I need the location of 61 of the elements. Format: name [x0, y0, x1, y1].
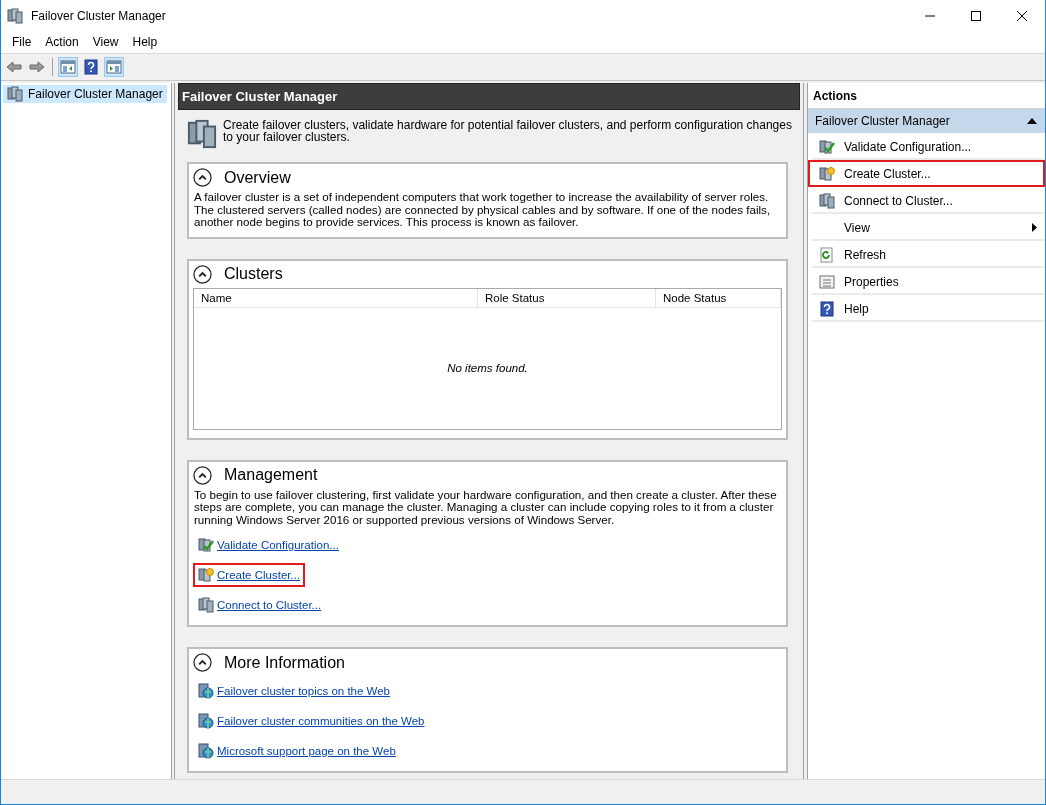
pane-left-icon [60, 59, 76, 75]
collapse-icon[interactable] [193, 168, 212, 187]
help-icon [83, 59, 99, 75]
toolbar-button[interactable] [58, 57, 78, 77]
collapse-icon[interactable] [193, 465, 212, 485]
link[interactable]: Create Cluster... [217, 569, 301, 581]
menu-item[interactable]: Help [125, 35, 165, 49]
column-header[interactable]: Node Status [656, 288, 781, 307]
menu-item[interactable]: View [85, 35, 126, 49]
link[interactable]: Connect to Cluster... [217, 599, 322, 611]
command-item[interactable]: Help [811, 295, 1045, 322]
toolbar-button[interactable] [104, 57, 124, 77]
section-text: A failover cluster is a set of independent computers that work together to increase the availability of server roles. The clustered servers (called nodes) are connected by physical cables and by software. If one of the nodes fails, another node begins to provide services. This process is known as failover. [194, 191, 772, 229]
properties-icon [819, 273, 835, 290]
link[interactable]: Failover cluster topics on the Web [217, 685, 390, 697]
window-title: Failover Cluster Manager [31, 8, 167, 23]
globe-page-icon [198, 743, 214, 759]
link[interactable]: Microsoft support page on the Web [217, 745, 396, 757]
server-check-icon [198, 537, 214, 553]
pane-right-icon [106, 59, 122, 75]
server-cluster-icon [819, 192, 835, 209]
forward-arrow-icon [29, 59, 45, 75]
menu-item[interactable]: File [5, 35, 39, 49]
collapse-icon[interactable] [193, 653, 212, 672]
empty-message: No items found. [447, 362, 528, 374]
server-toolbox-icon [187, 119, 217, 149]
server-check-icon [819, 138, 835, 155]
command-item[interactable]: Properties [811, 268, 1045, 295]
collapse-icon[interactable] [1027, 118, 1037, 124]
refresh-icon [819, 246, 835, 263]
command-item[interactable]: Validate Configuration... [811, 133, 1045, 160]
server-star-icon [819, 165, 835, 182]
link[interactable]: Validate Configuration... [217, 539, 339, 551]
submenu-arrow-icon [1032, 223, 1037, 232]
section-title: More Information [224, 653, 345, 672]
command-item[interactable]: Connect to Cluster... [811, 187, 1045, 214]
server-star-icon [198, 567, 214, 583]
help-icon [819, 300, 835, 317]
section-title: Management [224, 466, 318, 484]
intro-text: Create failover clusters, validate hardware for potential failover clusters, and perform configuration changes to your failover clusters. [223, 119, 792, 146]
command-item[interactable]: Refresh [811, 241, 1045, 268]
pane-header: Failover Cluster Manager [178, 83, 800, 110]
server-cluster-icon [7, 7, 23, 24]
globe-page-icon [198, 713, 214, 729]
column-header[interactable]: Name [194, 288, 478, 307]
server-cluster-icon [198, 597, 214, 613]
back-arrow-icon [6, 59, 22, 75]
tree-item[interactable]: Failover Cluster Manager [3, 85, 167, 103]
link[interactable]: Failover cluster communities on the Web [217, 715, 425, 727]
action-group-header[interactable]: Failover Cluster Manager [808, 109, 1045, 133]
globe-page-icon [198, 683, 214, 699]
column-header[interactable]: Role Status [478, 288, 656, 307]
command-item[interactable]: Create Cluster... [808, 160, 1045, 187]
section-title: Clusters [224, 265, 283, 283]
command-item[interactable]: View [811, 214, 1045, 241]
menu-item[interactable]: Action [38, 35, 86, 49]
section-title: Overview [224, 168, 291, 187]
server-cluster-icon [7, 86, 23, 102]
collapse-icon[interactable] [193, 264, 212, 284]
section-text: To begin to use failover clustering, first validate your hardware configuration, and then create a cluster. After these steps are complete, you can manage the cluster. Managing a cluster can include copying roles to it from a cluster running Windows Server 2016 or supported previous versions of Windows Server. [194, 488, 778, 526]
toolbar-button[interactable] [81, 57, 101, 77]
